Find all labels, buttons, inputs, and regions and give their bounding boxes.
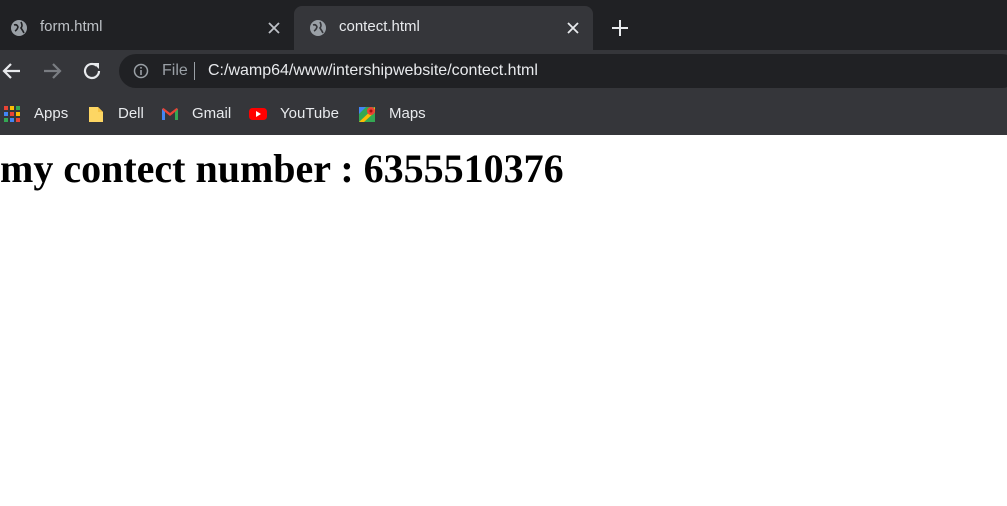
bookmark-label: Gmail [192, 105, 232, 122]
address-bar[interactable]: File C:/wamp64/www/intershipwebsite/cont… [119, 54, 1007, 88]
folder-icon [89, 106, 103, 122]
bookmark-gmail[interactable]: Gmail [161, 92, 231, 135]
page-content: my contect number : 6355510376 [0, 135, 1007, 506]
divider [194, 62, 195, 80]
info-icon[interactable] [133, 63, 149, 79]
scheme-label: File [162, 62, 188, 79]
url-text[interactable]: C:/wamp64/www/intershipwebsite/contect.h… [208, 62, 538, 80]
tab-title: form.html [40, 18, 103, 35]
bookmark-label: Maps [389, 105, 426, 122]
forward-arrow-icon[interactable] [40, 59, 64, 83]
browser-toolbar: File C:/wamp64/www/intershipwebsite/cont… [0, 50, 1007, 92]
page-heading: my contect number : 6355510376 [0, 146, 564, 191]
reload-icon[interactable] [80, 59, 104, 83]
close-icon[interactable] [564, 19, 582, 37]
new-tab-plus-icon[interactable] [609, 17, 631, 39]
globe-icon [11, 20, 27, 36]
back-arrow-icon[interactable] [0, 59, 24, 83]
bookmark-apps[interactable]: Apps [3, 92, 68, 135]
apps-grid-icon [4, 105, 20, 122]
close-icon[interactable] [265, 19, 283, 37]
bookmark-maps[interactable]: Maps [358, 92, 426, 135]
tab-strip: form.html contect.html [0, 0, 1007, 50]
youtube-icon [249, 107, 267, 120]
bookmarks-bar: Apps Dell Gmail YouTube Maps [0, 92, 1007, 135]
bookmark-dell[interactable]: Dell [87, 92, 144, 135]
tab-title: contect.html [339, 18, 420, 35]
bookmark-youtube[interactable]: YouTube [249, 92, 339, 135]
maps-icon [359, 106, 375, 122]
globe-icon [310, 20, 326, 36]
bookmark-label: Dell [118, 105, 144, 122]
tab-contect[interactable]: contect.html [294, 6, 593, 50]
gmail-icon [162, 107, 178, 120]
tab-form[interactable]: form.html [0, 6, 292, 50]
bookmark-label: YouTube [280, 105, 339, 122]
bookmark-label: Apps [34, 105, 69, 122]
